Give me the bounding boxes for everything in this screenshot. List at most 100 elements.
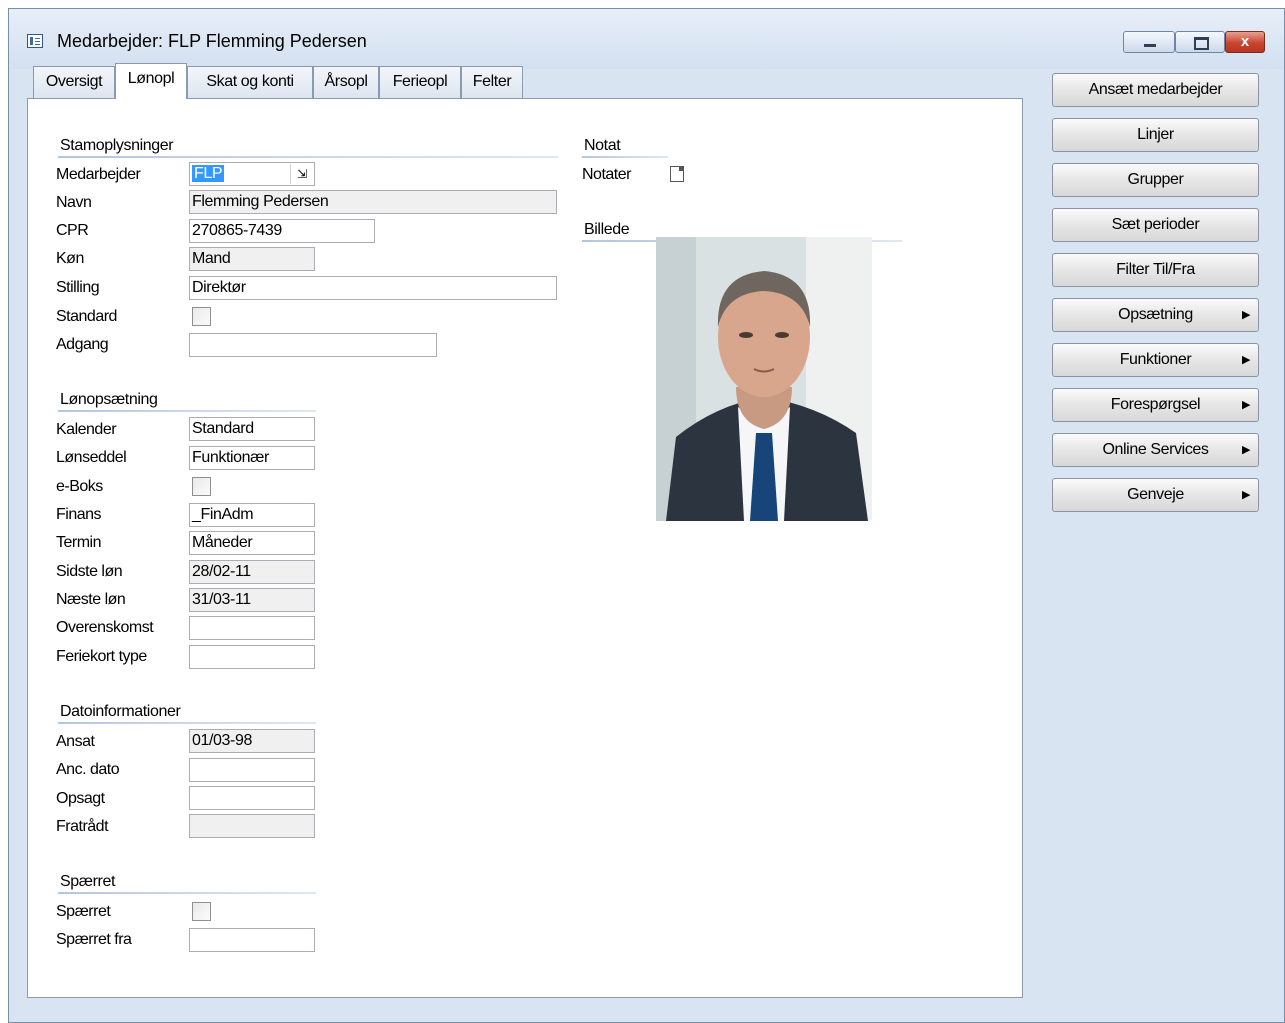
feriekort-field[interactable] bbox=[189, 645, 315, 669]
spaerret-fra-field[interactable] bbox=[189, 928, 315, 952]
opsaetning-button[interactable]: Opsætning ▶ bbox=[1052, 298, 1259, 332]
section-heading: Lønopsætning bbox=[60, 391, 158, 408]
section-divider bbox=[58, 892, 316, 894]
section-heading: Notat bbox=[584, 137, 621, 154]
close-button[interactable]: x bbox=[1225, 31, 1265, 53]
section-notat: Notat bbox=[582, 136, 668, 158]
eboks-label: e-Boks bbox=[56, 478, 103, 495]
kalender-label: Kalender bbox=[56, 421, 117, 438]
funktioner-button[interactable]: Funktioner ▶ bbox=[1052, 343, 1259, 377]
saet-perioder-button[interactable]: Sæt perioder bbox=[1052, 208, 1259, 242]
linjer-button[interactable]: Linjer bbox=[1052, 118, 1259, 152]
kon-label: Køn bbox=[56, 250, 84, 267]
stilling-field[interactable]: Direktør bbox=[189, 276, 557, 300]
grupper-button[interactable]: Grupper bbox=[1052, 163, 1259, 197]
employee-photo bbox=[656, 237, 872, 521]
section-stamoplysninger: Stamoplysninger bbox=[58, 136, 558, 158]
forespoergsel-button[interactable]: Forespørgsel ▶ bbox=[1052, 388, 1259, 422]
maximize-icon bbox=[1194, 37, 1209, 50]
naeste-lon-field[interactable]: 31/03-11 bbox=[189, 588, 315, 612]
title-bar[interactable]: Medarbejder: FLP Flemming Pedersen x bbox=[9, 9, 1284, 69]
sidste-lon-label: Sidste løn bbox=[56, 563, 123, 580]
submenu-arrow-icon: ▶ bbox=[1241, 354, 1250, 366]
tab-lonopl[interactable]: Lønopl bbox=[115, 63, 187, 99]
button-label: Funktioner bbox=[1119, 351, 1192, 368]
button-label: Opsætning bbox=[1118, 306, 1193, 323]
medarbejder-label: Medarbejder bbox=[56, 166, 141, 183]
form-icon bbox=[27, 34, 43, 48]
ansat-label: Ansat bbox=[56, 733, 95, 750]
genveje-button[interactable]: Genveje ▶ bbox=[1052, 478, 1259, 512]
termin-label: Termin bbox=[56, 534, 102, 551]
notater-label: Notater bbox=[582, 166, 631, 183]
sidste-lon-field[interactable]: 28/02-11 bbox=[189, 560, 315, 584]
submenu-arrow-icon: ▶ bbox=[1241, 309, 1250, 321]
termin-field[interactable]: Måneder bbox=[189, 531, 315, 555]
section-divider bbox=[582, 156, 668, 158]
section-lonopsaetning: Lønopsætning bbox=[58, 390, 316, 412]
submenu-arrow-icon: ▶ bbox=[1241, 489, 1250, 501]
tab-skat-og-konti[interactable]: Skat og konti bbox=[187, 66, 313, 98]
button-label: Online Services bbox=[1102, 441, 1209, 458]
lonseddel-label: Lønseddel bbox=[56, 449, 127, 466]
tab-felter[interactable]: Felter bbox=[461, 66, 523, 98]
overenskomst-label: Overenskomst bbox=[56, 619, 154, 636]
eboks-checkbox[interactable] bbox=[192, 477, 211, 496]
opsagt-field[interactable] bbox=[189, 786, 315, 810]
lookup-arrow-icon[interactable]: ⇲ bbox=[290, 164, 313, 184]
adgang-field[interactable] bbox=[189, 333, 437, 357]
navn-field[interactable]: Flemming Pedersen bbox=[189, 190, 557, 214]
section-divider bbox=[58, 410, 316, 412]
feriekort-label: Feriekort type bbox=[56, 648, 147, 665]
tab-ferieopl[interactable]: Ferieopl bbox=[379, 66, 461, 98]
medarbejder-field[interactable]: FLP ⇲ bbox=[189, 162, 315, 186]
opsagt-label: Opsagt bbox=[56, 790, 105, 807]
anc-dato-field[interactable] bbox=[189, 758, 315, 782]
section-heading: Spærret bbox=[60, 873, 115, 890]
finans-field[interactable]: _FinAdm bbox=[189, 503, 315, 527]
naeste-lon-label: Næste løn bbox=[56, 591, 126, 608]
kon-field[interactable]: Mand bbox=[189, 247, 315, 271]
ansaet-medarbejder-button[interactable]: Ansæt medarbejder bbox=[1052, 73, 1259, 107]
kalender-field[interactable]: Standard bbox=[189, 417, 315, 441]
spaerret-checkbox[interactable] bbox=[192, 902, 211, 921]
button-label: Forespørgsel bbox=[1110, 396, 1201, 413]
spaerret-label: Spærret bbox=[56, 903, 111, 920]
button-label: Filter Til/Fra bbox=[1116, 261, 1195, 278]
online-services-button[interactable]: Online Services ▶ bbox=[1052, 433, 1259, 467]
ansat-field[interactable]: 01/03-98 bbox=[189, 729, 315, 753]
finans-label: Finans bbox=[56, 506, 102, 523]
section-heading: Datoinformationer bbox=[60, 703, 181, 720]
standard-label: Standard bbox=[56, 308, 117, 325]
tab-oversigt[interactable]: Oversigt bbox=[33, 66, 115, 98]
cpr-label: CPR bbox=[56, 222, 89, 239]
section-divider bbox=[58, 156, 558, 158]
spaerret-fra-label: Spærret fra bbox=[56, 931, 132, 948]
note-icon[interactable] bbox=[670, 166, 684, 182]
anc-dato-label: Anc. dato bbox=[56, 761, 120, 778]
cpr-field[interactable]: 270865-7439 bbox=[189, 219, 375, 243]
button-label: Ansæt medarbejder bbox=[1088, 81, 1223, 98]
standard-checkbox[interactable] bbox=[192, 307, 211, 326]
portrait-illustration bbox=[656, 237, 872, 521]
section-billede: Billede bbox=[582, 220, 902, 242]
minimize-button[interactable] bbox=[1123, 31, 1175, 53]
button-label: Grupper bbox=[1127, 171, 1184, 188]
submenu-arrow-icon: ▶ bbox=[1241, 399, 1250, 411]
stilling-label: Stilling bbox=[56, 279, 100, 296]
filter-til-fra-button[interactable]: Filter Til/Fra bbox=[1052, 253, 1259, 287]
maximize-button[interactable] bbox=[1175, 31, 1225, 53]
tab-arsopl[interactable]: Årsopl bbox=[313, 66, 379, 98]
section-heading: Billede bbox=[584, 221, 630, 238]
button-label: Linjer bbox=[1137, 126, 1174, 143]
overenskomst-field[interactable] bbox=[189, 616, 315, 640]
section-datoinformationer: Datoinformationer bbox=[58, 702, 316, 724]
lonseddel-field[interactable]: Funktionær bbox=[189, 446, 315, 470]
minimize-icon bbox=[1144, 44, 1156, 47]
fratradt-field[interactable] bbox=[189, 814, 315, 838]
adgang-label: Adgang bbox=[56, 336, 109, 353]
section-heading: Stamoplysninger bbox=[60, 137, 174, 154]
section-spaerret: Spærret bbox=[58, 872, 316, 894]
section-divider bbox=[58, 722, 316, 724]
window-title: Medarbejder: FLP Flemming Pedersen bbox=[57, 31, 367, 51]
